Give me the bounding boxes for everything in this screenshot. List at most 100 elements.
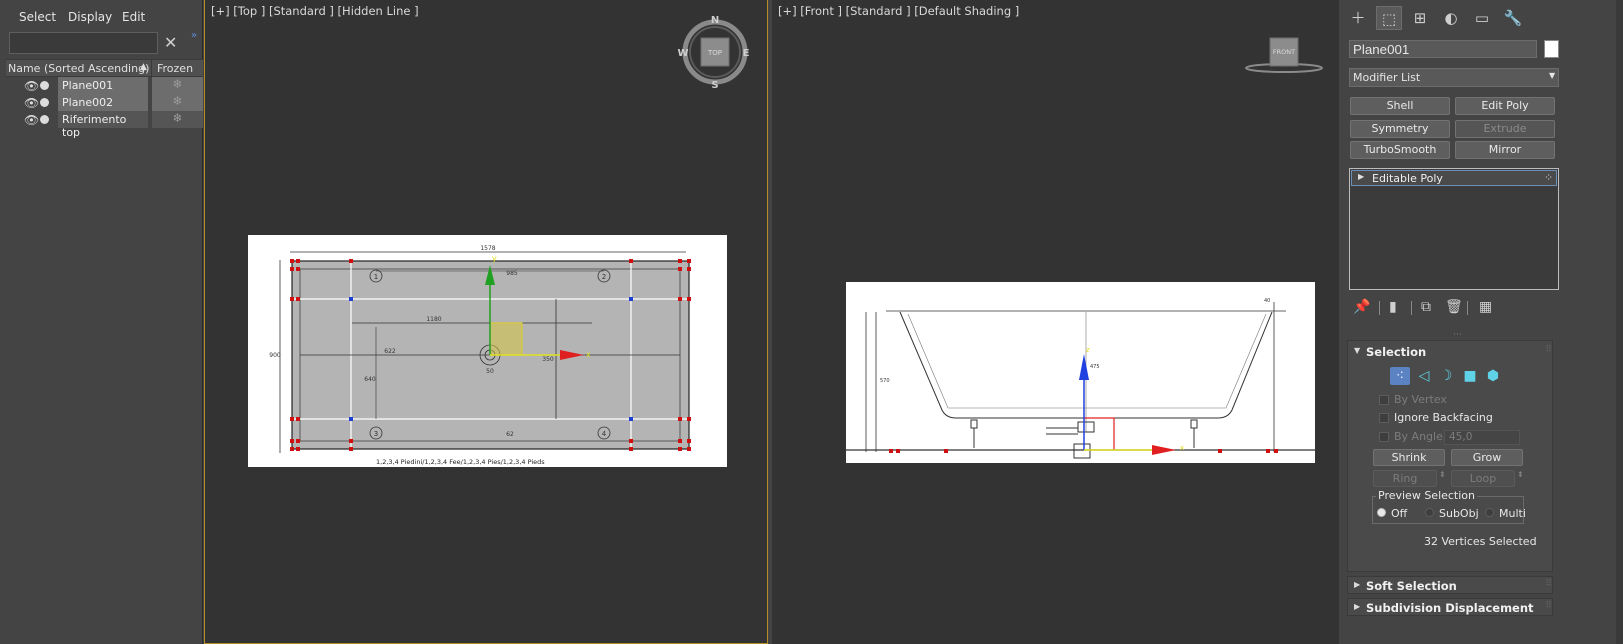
trash-icon[interactable]: 🗑: [1445, 299, 1463, 315]
stack-item-editable-poly[interactable]: ▶ Editable Poly ⁘: [1351, 170, 1557, 186]
drag-grip-icon[interactable]: ⠿: [1545, 579, 1552, 589]
selection-rollout-header[interactable]: ▼ Selection ⠿: [1348, 343, 1554, 361]
object-color-swatch[interactable]: [1544, 40, 1559, 58]
explorer-column-header: Name (Sorted Ascending) ▲ Frozen: [6, 59, 203, 78]
ring-spinner-icon[interactable]: ⬍: [1439, 470, 1446, 479]
utilities-icon[interactable]: 🔧: [1500, 6, 1526, 30]
explorer-search-input[interactable]: [9, 32, 158, 54]
vertex-mode-icon[interactable]: ⁖: [1390, 367, 1410, 385]
toolbar-divider: [1467, 301, 1468, 315]
column-frozen-header[interactable]: Frozen: [157, 62, 193, 75]
modifier-list-dropdown[interactable]: Modifier List ▼: [1349, 68, 1559, 87]
drag-grip-icon[interactable]: ⠿: [1545, 601, 1552, 611]
viewport-label-front[interactable]: [+] [Front ] [Standard ] [Default Shadin…: [778, 4, 1019, 18]
viewcube-front[interactable]: FRONT: [1242, 34, 1326, 76]
viewcube-top[interactable]: TOP N S E W: [677, 14, 757, 94]
edge-mode-icon[interactable]: ◁: [1414, 367, 1434, 385]
hierarchy-icon[interactable]: ⊞: [1407, 6, 1433, 30]
modifier-extrude-button[interactable]: Extrude: [1455, 120, 1555, 138]
compass-east: E: [743, 48, 750, 59]
expand-arrow-icon[interactable]: ▶: [1358, 172, 1364, 181]
by-angle-label: By Angle:: [1394, 430, 1447, 443]
preview-subobj-radio[interactable]: [1425, 508, 1434, 517]
panel-resize-grip[interactable]: ⋯: [1453, 330, 1462, 340]
subdivision-displacement-rollout[interactable]: ▶ Subdivision Displacement ⠿: [1347, 598, 1553, 616]
render-toggle-icon[interactable]: [40, 98, 49, 107]
preview-selection-title: Preview Selection: [1376, 489, 1478, 502]
display-icon[interactable]: ▭: [1469, 6, 1495, 30]
object-name[interactable]: Riferimento top: [58, 111, 148, 139]
loop-button[interactable]: Loop: [1451, 470, 1515, 487]
subdivision-displacement-header[interactable]: ▶ Subdivision Displacement ⠿: [1348, 599, 1554, 617]
corner-label: 4: [602, 430, 607, 438]
rollout-title: Soft Selection: [1366, 579, 1457, 593]
snowflake-icon[interactable]: ❄: [152, 77, 203, 94]
eye-icon[interactable]: 👁: [24, 79, 39, 93]
viewport-label-top[interactable]: [+] [Top ] [Standard ] [Hidden Line ]: [211, 4, 419, 18]
eye-icon[interactable]: 👁: [24, 113, 39, 127]
eye-icon[interactable]: 👁: [24, 96, 39, 110]
viewport-top[interactable]: [+] [Top ] [Standard ] [Hidden Line ] TO…: [204, 0, 768, 644]
preview-off-label: Off: [1391, 507, 1408, 520]
compass-north: N: [711, 15, 719, 26]
pin-stack-icon[interactable]: 📌: [1353, 299, 1370, 315]
preview-multi-radio[interactable]: [1485, 508, 1494, 517]
sort-ascending-icon[interactable]: ▲: [140, 62, 147, 72]
menu-select[interactable]: Select: [19, 10, 56, 24]
grow-button[interactable]: Grow: [1451, 449, 1523, 466]
expand-panel-icon[interactable]: »: [191, 30, 197, 41]
motion-icon[interactable]: ◐: [1438, 6, 1464, 30]
object-row-riferimento-top[interactable]: 👁 Riferimento top ❄: [6, 111, 203, 139]
polygon-mode-icon[interactable]: ■: [1460, 367, 1480, 385]
ignore-backfacing-checkbox[interactable]: [1379, 413, 1389, 423]
modifier-stack[interactable]: ▶ Editable Poly ⁘: [1349, 168, 1559, 290]
column-name-header[interactable]: Name (Sorted Ascending): [8, 62, 149, 75]
configure-sets-icon[interactable]: ▦: [1479, 299, 1492, 315]
render-toggle-icon[interactable]: [40, 81, 49, 90]
viewport-front[interactable]: [+] [Front ] [Standard ] [Default Shadin…: [772, 0, 1339, 644]
modifier-shell-button[interactable]: Shell: [1350, 97, 1450, 115]
by-angle-checkbox[interactable]: [1379, 432, 1389, 442]
object-name[interactable]: Plane002: [58, 94, 148, 111]
modifier-mirror-button[interactable]: Mirror: [1455, 141, 1555, 159]
menu-display[interactable]: Display: [68, 10, 112, 24]
snowflake-icon[interactable]: ❄: [152, 94, 203, 111]
dim-label: 350: [542, 356, 554, 363]
expand-arrow-icon: ▶: [1354, 602, 1361, 611]
reference-plane-front[interactable]: 570 40 475 z x: [846, 282, 1315, 463]
by-vertex-checkbox[interactable]: [1379, 395, 1389, 405]
border-mode-icon[interactable]: ☽: [1436, 367, 1456, 385]
loop-spinner-icon[interactable]: ⬍: [1517, 470, 1524, 479]
modify-icon[interactable]: ⬚: [1376, 6, 1402, 30]
soft-selection-rollout[interactable]: ▶ Soft Selection ⠿: [1347, 576, 1553, 594]
shrink-button[interactable]: Shrink: [1373, 449, 1445, 466]
modifier-edit-poly-button[interactable]: Edit Poly: [1455, 97, 1555, 115]
drag-grip-icon[interactable]: ⠿: [1545, 345, 1552, 355]
column-divider[interactable]: [151, 60, 152, 78]
render-toggle-icon[interactable]: [40, 115, 49, 124]
angle-spinner[interactable]: 45,0: [1444, 430, 1520, 445]
element-mode-icon[interactable]: ⬢: [1483, 367, 1503, 385]
soft-selection-header[interactable]: ▶ Soft Selection ⠿: [1348, 577, 1554, 595]
modifier-list-label: Modifier List: [1353, 71, 1421, 84]
gizmo-axis-x: x: [586, 350, 591, 359]
create-icon[interactable]: ＋: [1345, 6, 1371, 30]
object-name[interactable]: Plane001: [58, 77, 148, 94]
modifier-turbosmooth-button[interactable]: TurboSmooth: [1350, 141, 1450, 159]
dim-label: 1578: [480, 245, 495, 252]
object-row-plane002[interactable]: 👁 Plane002 ❄: [6, 94, 203, 112]
modifier-symmetry-button[interactable]: Symmetry: [1350, 120, 1450, 138]
object-name-field[interactable]: [1349, 40, 1537, 58]
snowflake-icon[interactable]: ❄: [152, 111, 203, 128]
command-panel-scrollbar[interactable]: [1616, 0, 1623, 644]
show-end-result-icon[interactable]: ▮: [1389, 299, 1397, 315]
close-icon[interactable]: ✕: [164, 33, 177, 52]
corner-label: 3: [374, 430, 378, 438]
ring-button[interactable]: Ring: [1373, 470, 1437, 487]
object-row-plane001[interactable]: 👁 Plane001 ❄: [6, 77, 203, 95]
preview-off-radio[interactable]: [1377, 508, 1386, 517]
menu-edit[interactable]: Edit: [122, 10, 145, 24]
dim-label: 1180: [426, 316, 441, 323]
make-unique-icon[interactable]: ⧉: [1421, 299, 1431, 315]
reference-plane-top[interactable]: 1578 900 985 1180 622 640 350 50 62 1 2 …: [248, 235, 727, 467]
